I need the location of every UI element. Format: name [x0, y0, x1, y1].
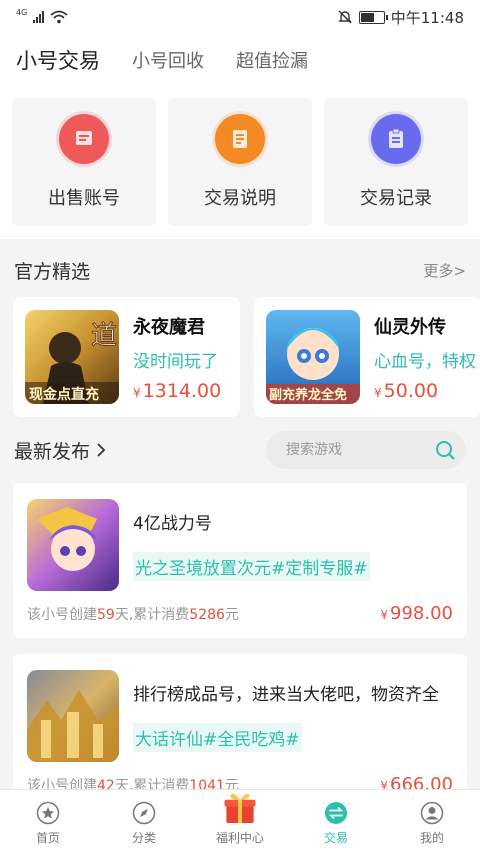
- currency-symbol: ¥: [380, 608, 389, 622]
- compass-icon: [132, 801, 156, 825]
- game-banner-text: 副充养龙全免: [269, 387, 347, 403]
- nav-trade[interactable]: 交易: [288, 790, 384, 853]
- trade-record-button[interactable]: 交易记录: [324, 98, 468, 226]
- svg-text:道: 道: [91, 321, 117, 351]
- mute-bell-icon: [338, 10, 352, 24]
- trade-exchange-icon: [325, 802, 347, 824]
- sell-account-icon: [56, 111, 112, 167]
- featured-desc: 没时间玩了: [133, 351, 218, 372]
- stats-prefix: 该小号创建: [27, 606, 97, 623]
- top-tabs: 小号交易 小号回收 超值捡漏: [0, 34, 480, 86]
- network-type: 4G: [16, 7, 28, 17]
- featured-title: 官方精选: [14, 260, 91, 283]
- currency-symbol: ¥: [133, 385, 141, 400]
- list-item-title: 4亿战力号: [133, 514, 212, 534]
- featured-item[interactable]: 道 现金点直充 永夜魔君 没时间玩了 ¥1314.00: [13, 297, 240, 417]
- quick-actions: 出售账号 交易说明 交易记录: [0, 86, 480, 239]
- game-banner-text: 现金点直充: [29, 386, 99, 403]
- price-value: 998.00: [390, 603, 453, 624]
- trade-record-label: 交易记录: [360, 188, 432, 209]
- list-item[interactable]: 排行榜成品号，进来当大佬吧，物资齐全 大话许仙#全民吃鸡# 该小号创建42天,累…: [13, 654, 467, 809]
- search-icon[interactable]: [434, 439, 456, 461]
- search-input[interactable]: [286, 442, 426, 458]
- game-cover-image: 副充养龙全免: [266, 310, 360, 404]
- stats-spend: 5286: [189, 606, 225, 623]
- featured-list: 道 现金点直充 永夜魔君 没时间玩了 ¥1314.00 副充养龙全免 仙灵外传 …: [0, 297, 480, 417]
- battery-icon: [358, 10, 388, 24]
- clock: 中午11:48: [390, 8, 464, 27]
- user-icon: [420, 801, 444, 825]
- nav-trade-label: 交易: [323, 831, 348, 845]
- list-item[interactable]: 4亿战力号 光之圣境放置次元#定制专服# 该小号创建59天,累计消费5286元 …: [13, 483, 467, 638]
- latest-header: 最新发布: [0, 417, 480, 483]
- featured-price: ¥1314.00: [133, 380, 221, 402]
- trade-guide-button[interactable]: 交易说明: [168, 98, 312, 226]
- trade-guide-label: 交易说明: [204, 188, 276, 209]
- wifi-icon: [50, 10, 68, 24]
- home-star-icon: [36, 801, 60, 825]
- nav-mine-label: 我的: [419, 831, 444, 845]
- game-cover-image: 道 现金点直充: [25, 310, 119, 404]
- tab-account-recycle[interactable]: 小号回收: [132, 47, 204, 73]
- stats-suffix: 元: [224, 606, 239, 623]
- nav-category[interactable]: 分类: [96, 790, 192, 853]
- trade-record-icon: [368, 111, 424, 167]
- featured-header: 官方精选 更多>: [0, 243, 480, 297]
- featured-price: ¥50.00: [374, 380, 476, 402]
- featured-desc: 心血号，特权: [374, 351, 476, 372]
- nav-category-label: 分类: [131, 831, 156, 845]
- search-box: [266, 431, 466, 469]
- stats-mid: 天,累计消费: [114, 606, 190, 623]
- list-item-tags: 光之圣境放置次元#定制专服#: [133, 552, 370, 581]
- currency-symbol: ¥: [374, 385, 382, 400]
- trade-guide-icon: [212, 111, 268, 167]
- tab-bargain[interactable]: 超值捡漏: [236, 47, 308, 73]
- status-bar: 4G 中午11:48: [0, 0, 480, 34]
- stats-days: 59: [97, 606, 115, 623]
- list-item-tags: 大话许仙#全民吃鸡#: [133, 723, 302, 752]
- sell-account-label: 出售账号: [48, 188, 120, 209]
- featured-item[interactable]: 副充养龙全免 仙灵外传 心血号，特权 ¥50.00: [254, 297, 480, 417]
- list-item-stats: 该小号创建59天,累计消费5286元: [27, 604, 239, 624]
- nav-home-label: 首页: [35, 831, 60, 845]
- list-item-price: ¥998.00: [380, 603, 453, 624]
- featured-more-link[interactable]: 更多>: [423, 260, 466, 281]
- latest-title-link[interactable]: 最新发布: [14, 437, 106, 464]
- gift-icon: [224, 793, 256, 824]
- list-item-title: 排行榜成品号，进来当大佬吧，物资齐全: [133, 685, 439, 705]
- featured-game-name: 仙灵外传: [374, 316, 446, 338]
- nav-mine[interactable]: 我的: [384, 790, 480, 853]
- nav-home[interactable]: 首页: [0, 790, 96, 853]
- chevron-right-icon: [97, 443, 106, 457]
- tab-account-trade[interactable]: 小号交易: [16, 45, 100, 75]
- nav-welfare-label: 福利中心: [215, 831, 264, 845]
- price-value: 50.00: [383, 379, 439, 402]
- bottom-nav: 首页 分类 福利中心 交易 我的: [0, 789, 480, 853]
- price-value: 1314.00: [142, 379, 222, 402]
- signal-icon: [33, 11, 45, 23]
- game-cover-image: [27, 499, 119, 591]
- game-cover-image: [27, 670, 119, 762]
- nav-welfare[interactable]: 福利中心: [192, 790, 288, 853]
- featured-game-name: 永夜魔君: [133, 316, 205, 338]
- latest-title: 最新发布: [14, 440, 91, 463]
- sell-account-button[interactable]: 出售账号: [12, 98, 156, 226]
